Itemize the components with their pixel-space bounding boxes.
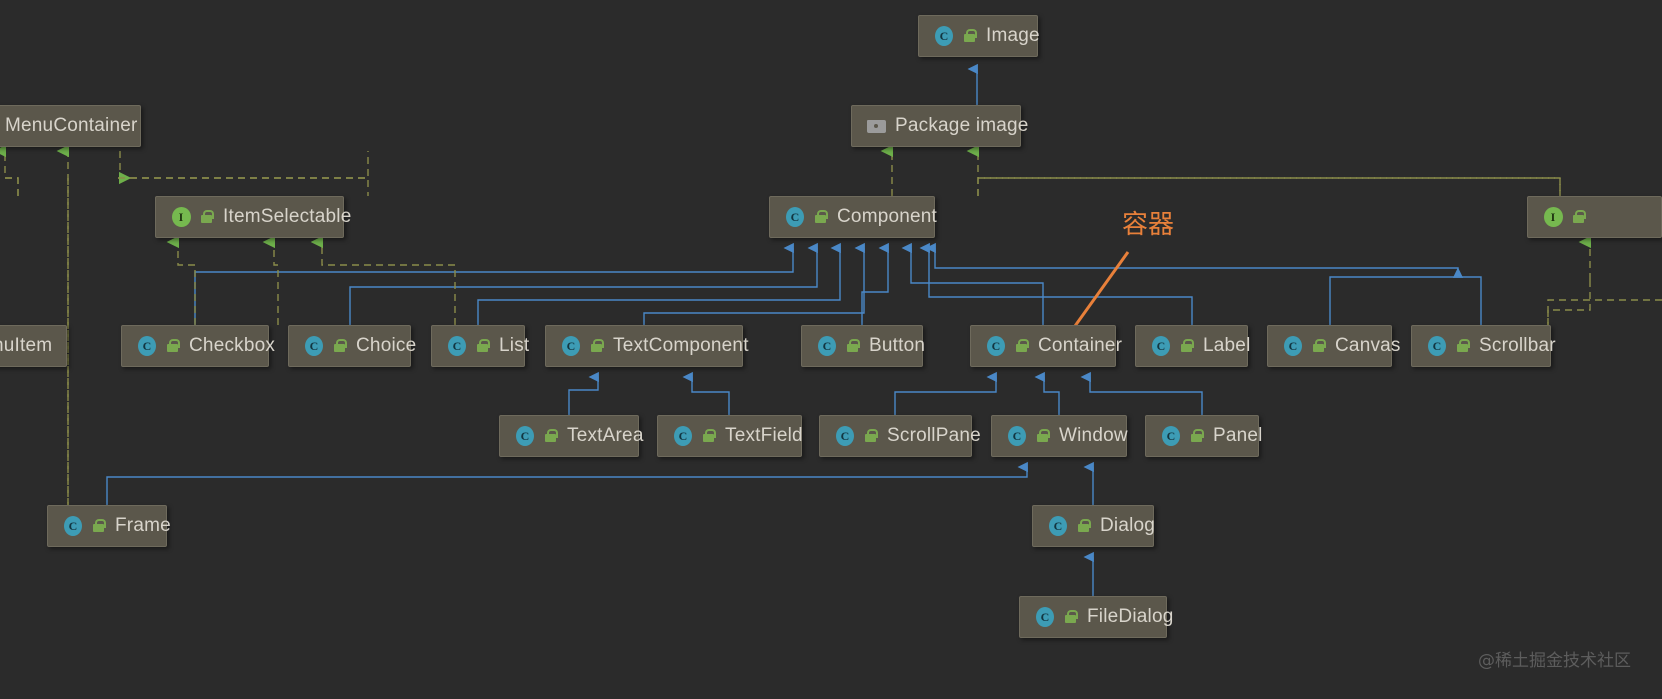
node-filedialog[interactable]: FileDialog [1019, 596, 1173, 638]
node-itemselectable[interactable]: ItemSelectable [155, 196, 351, 238]
interface-icon [170, 206, 192, 228]
node-label: Window [1059, 425, 1128, 446]
class-icon [816, 335, 838, 357]
class-icon [1034, 606, 1056, 628]
node-canvas[interactable]: Canvas [1267, 325, 1400, 367]
lock-icon [863, 428, 878, 444]
node-label: Panel [1213, 425, 1263, 446]
node-label: Dialog [1100, 515, 1156, 536]
lock-icon [1035, 428, 1050, 444]
node-label: Scrollbar [1479, 335, 1556, 356]
node-component[interactable]: Component [769, 196, 938, 238]
class-icon [834, 425, 856, 447]
node-panel[interactable]: Panel [1145, 415, 1262, 457]
node-list[interactable]: List [431, 325, 529, 367]
class-icon [933, 25, 955, 47]
class-icon [514, 425, 536, 447]
node-label: Checkbox [189, 335, 276, 356]
node-interface-right[interactable] [1527, 196, 1662, 238]
lock-icon [1014, 338, 1029, 354]
node-label: nuItem [0, 335, 53, 356]
class-icon [1150, 335, 1172, 357]
node-label: Button [869, 335, 926, 356]
node-label: Canvas [1335, 335, 1401, 356]
package-icon [866, 115, 888, 137]
lock-icon [1311, 338, 1326, 354]
node-textfield[interactable]: TextField [657, 415, 803, 457]
node-label: Component [837, 206, 938, 227]
lock-icon [1571, 209, 1586, 225]
lock-icon [701, 428, 716, 444]
lock-icon [813, 209, 828, 225]
annotation-leader-line [1073, 251, 1130, 327]
node-label: ItemSelectable [223, 206, 352, 227]
lock-icon [543, 428, 558, 444]
node-label: Container [1038, 335, 1123, 356]
lock-icon [199, 209, 214, 225]
node-label-class[interactable]: Label [1135, 325, 1251, 367]
lock-icon [1063, 609, 1078, 625]
lock-icon [845, 338, 860, 354]
node-label: FileDialog [1087, 606, 1174, 627]
class-icon [446, 335, 468, 357]
interface-icon [1542, 206, 1564, 228]
node-label: TextArea [567, 425, 644, 446]
class-icon [1006, 425, 1028, 447]
watermark: @稀土掘金技术社区 [1478, 651, 1631, 671]
node-container[interactable]: Container [970, 325, 1122, 367]
lock-icon [165, 338, 180, 354]
class-icon [985, 335, 1007, 357]
node-label: MenuContainer [5, 115, 138, 136]
lock-icon [1076, 518, 1091, 534]
node-label: ScrollPane [887, 425, 981, 446]
node-textarea[interactable]: TextArea [499, 415, 643, 457]
class-icon [62, 515, 84, 537]
class-icon [672, 425, 694, 447]
lock-icon [1455, 338, 1470, 354]
class-icon [136, 335, 158, 357]
node-button[interactable]: Button [801, 325, 926, 367]
node-scrollbar[interactable]: Scrollbar [1411, 325, 1556, 367]
class-icon [303, 335, 325, 357]
lock-icon [475, 338, 490, 354]
node-label: Package image [895, 115, 1029, 136]
lock-icon [1179, 338, 1194, 354]
node-label: Image [986, 25, 1040, 46]
class-icon [1282, 335, 1304, 357]
lock-icon [589, 338, 604, 354]
node-label: TextField [725, 425, 803, 446]
node-menuitem[interactable]: nuItem [0, 325, 67, 367]
node-label: Frame [115, 515, 171, 536]
node-frame[interactable]: Frame [47, 505, 171, 547]
node-package-image[interactable]: Package image [851, 105, 1028, 147]
node-label: TextComponent [613, 335, 749, 356]
class-icon [784, 206, 806, 228]
node-textcomponent[interactable]: TextComponent [545, 325, 748, 367]
node-label: Label [1203, 335, 1251, 356]
node-choice[interactable]: Choice [288, 325, 416, 367]
lock-icon [962, 28, 977, 44]
node-checkbox[interactable]: Checkbox [121, 325, 275, 367]
node-label: List [499, 335, 530, 356]
class-icon [560, 335, 582, 357]
uml-diagram-canvas: Image Package image MenuContainer ItemSe… [0, 0, 1662, 699]
node-menucontainer[interactable]: MenuContainer [0, 105, 141, 147]
class-icon [1047, 515, 1069, 537]
node-window[interactable]: Window [991, 415, 1128, 457]
node-scrollpane[interactable]: ScrollPane [819, 415, 981, 457]
class-icon [1160, 425, 1182, 447]
node-label: Choice [356, 335, 417, 356]
node-image[interactable]: Image [918, 15, 1040, 57]
lock-icon [1189, 428, 1204, 444]
node-dialog[interactable]: Dialog [1032, 505, 1156, 547]
annotation-container-label: 容器 [1122, 210, 1175, 240]
lock-icon [332, 338, 347, 354]
lock-icon [91, 518, 106, 534]
class-icon [1426, 335, 1448, 357]
